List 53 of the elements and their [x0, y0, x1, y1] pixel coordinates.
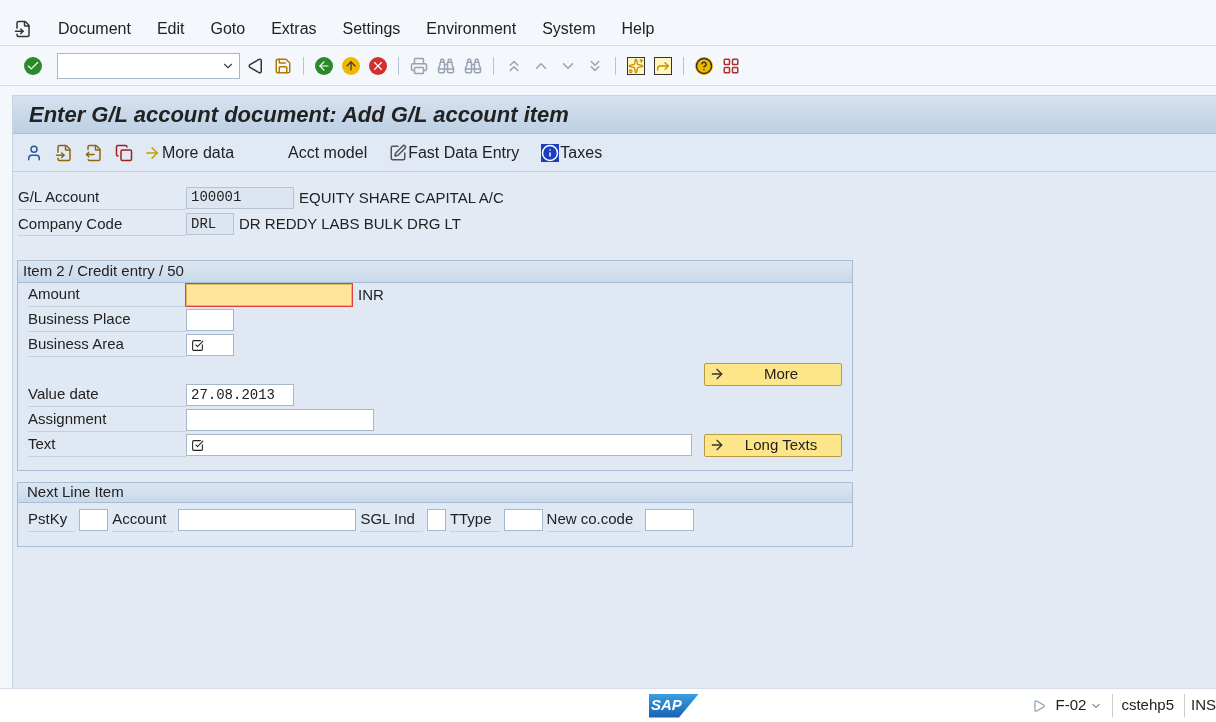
menu-item[interactable]: System	[542, 16, 596, 41]
group-title: Next Line Item	[27, 482, 124, 503]
menu-item[interactable]: Document	[58, 16, 131, 41]
toolbar-button[interactable]: Taxes	[541, 140, 603, 165]
server-name: cstehp5	[1112, 694, 1174, 717]
logo: SAP	[649, 693, 699, 718]
field-label: New co.code	[546, 508, 642, 532]
input-field[interactable]	[645, 508, 695, 531]
info-icon	[541, 143, 560, 162]
required-entry-icon	[191, 338, 204, 352]
menu-item[interactable]: Help	[621, 16, 655, 41]
input-field[interactable]	[178, 508, 357, 531]
toolbar-button[interactable]: Fast Data Entry	[389, 140, 520, 165]
input-field[interactable]	[186, 309, 234, 331]
group-title: Item 2 / Credit entry / 50	[23, 261, 184, 282]
screen-title: Enter G/L account document: Add G/L account item	[29, 101, 569, 129]
field-label: PstKy	[28, 508, 76, 532]
currency-label: INR	[358, 284, 384, 305]
person-icon	[25, 143, 43, 162]
shortcut-icon[interactable]	[652, 54, 674, 77]
input-field[interactable]	[426, 508, 446, 531]
input-field[interactable]	[503, 508, 543, 531]
menu-item[interactable]: Extras	[271, 16, 317, 41]
menu-item[interactable]: Goto	[210, 16, 246, 41]
field-description: DR REDDY LABS BULK DRG LT	[239, 214, 461, 234]
input-field[interactable]	[79, 508, 109, 531]
display-field: 100001	[186, 186, 294, 209]
field-label: Account	[112, 508, 175, 532]
input-field[interactable]	[186, 334, 234, 356]
field-description: EQUITY SHARE CAPITAL A/C	[299, 187, 504, 208]
command-field[interactable]	[57, 52, 240, 79]
previous-document-icon	[55, 143, 73, 162]
input-field[interactable]: 27.08.2013	[186, 384, 294, 406]
input-mode: INS	[1184, 694, 1216, 717]
toolbar-button[interactable]: Acct model	[288, 140, 368, 165]
input-field[interactable]	[186, 434, 692, 456]
expand-status-icon[interactable]	[1031, 698, 1046, 713]
menu-item[interactable]: Environment	[426, 16, 517, 41]
action-button[interactable]: Long Texts	[704, 433, 842, 457]
menu-item[interactable]: Settings	[342, 16, 401, 41]
action-button[interactable]: More	[704, 362, 842, 386]
input-field[interactable]	[186, 284, 352, 306]
field-label: SGL Ind	[360, 508, 423, 532]
input-field[interactable]	[186, 409, 374, 431]
toolbar-button[interactable]: More data	[143, 140, 235, 165]
copy-icon	[115, 143, 133, 162]
menu-item[interactable]: Edit	[156, 16, 185, 41]
transaction-code: F-02	[1055, 694, 1103, 717]
required-entry-icon	[191, 438, 204, 452]
next-document-icon	[85, 143, 103, 162]
field-label: TType	[449, 508, 500, 532]
edit-icon	[389, 143, 408, 162]
display-field: DRL	[186, 213, 234, 236]
